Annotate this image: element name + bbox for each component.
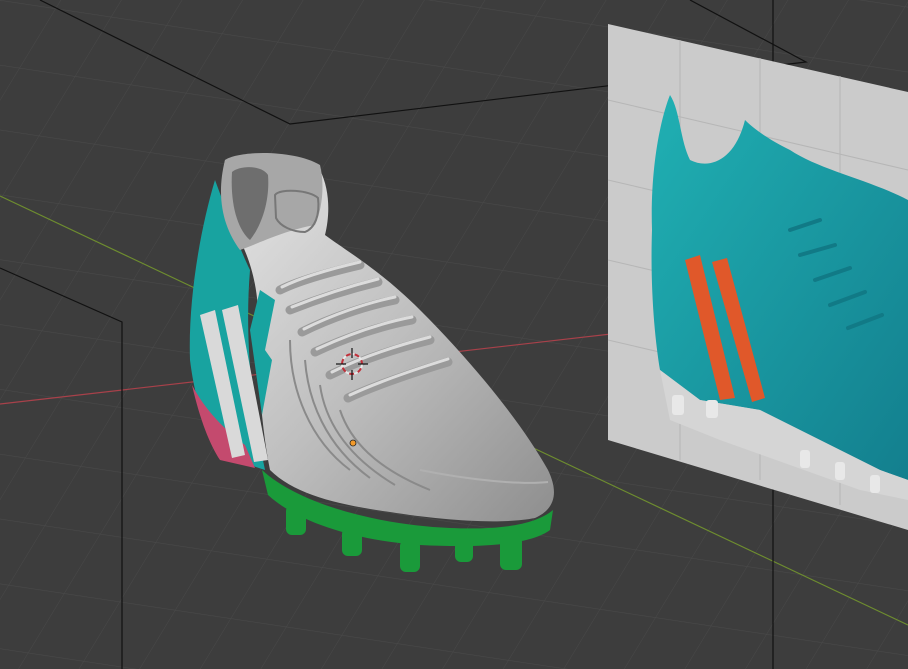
3d-viewport[interactable] xyxy=(0,0,908,669)
viewport-canvas[interactable] xyxy=(0,0,908,669)
object-origin-icon xyxy=(349,439,357,447)
